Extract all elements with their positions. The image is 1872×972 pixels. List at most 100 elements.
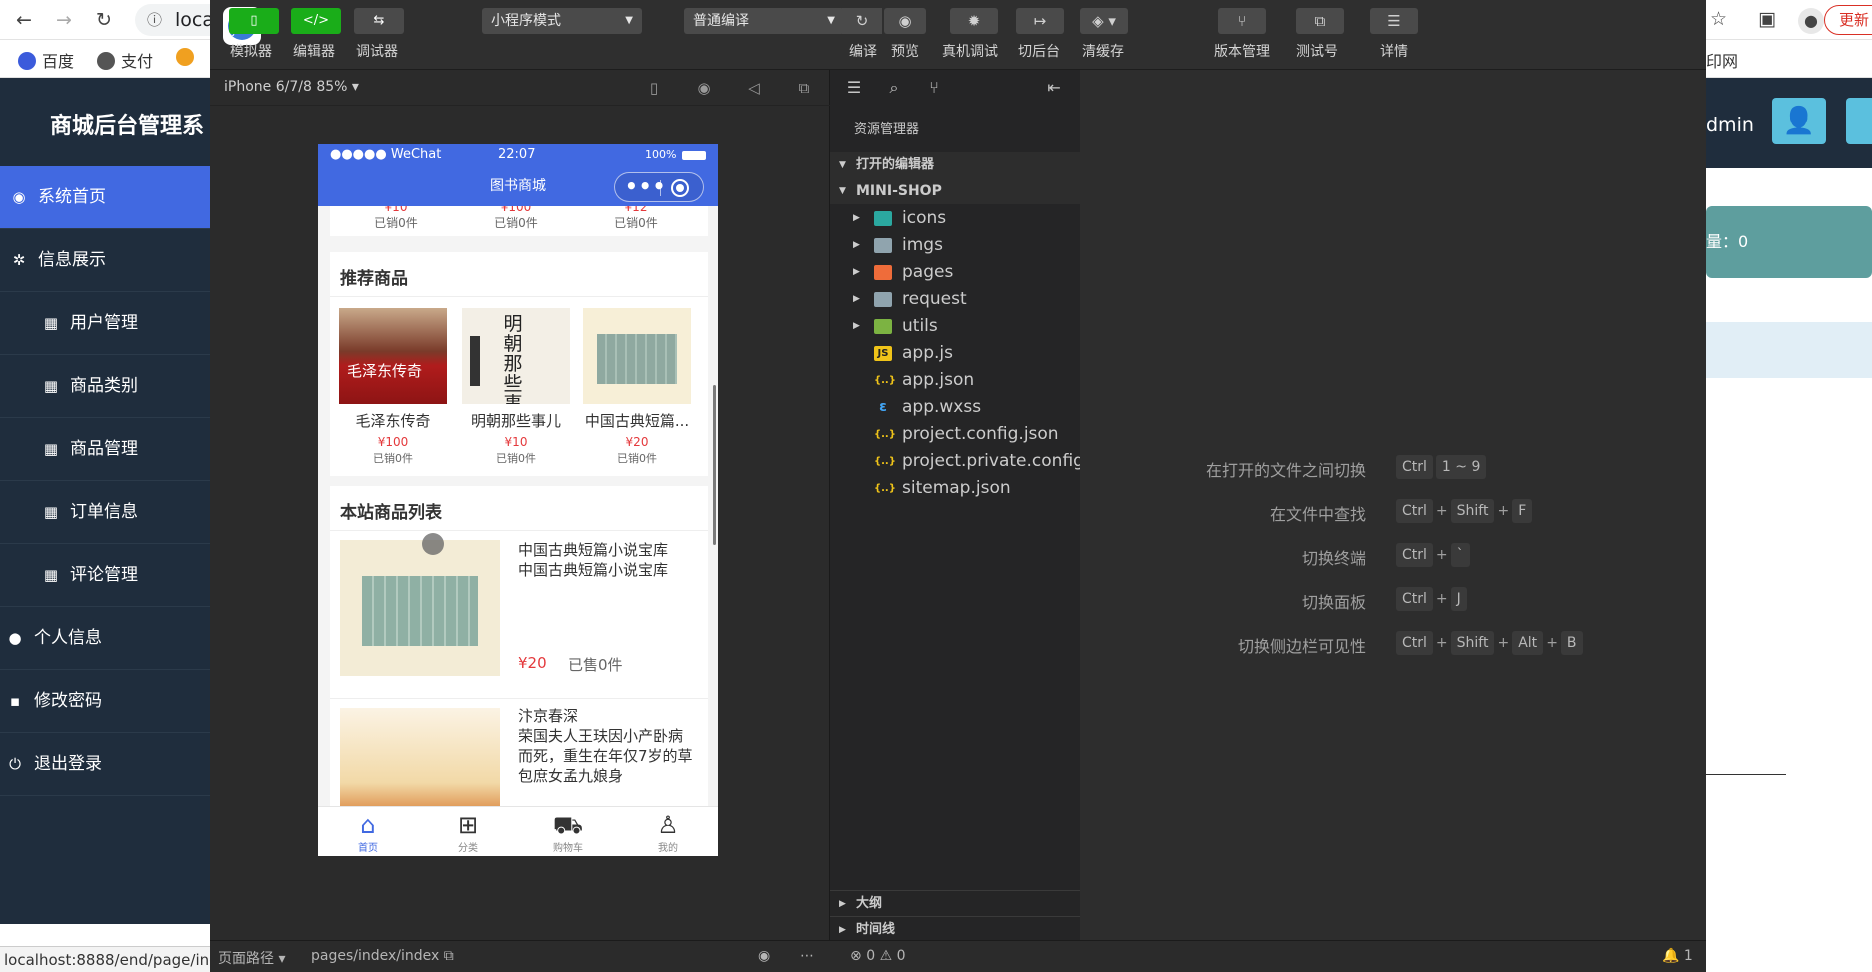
recommend-item[interactable]: 明朝那些事儿 明朝那些事儿 ¥10 已销0件 <box>461 308 571 466</box>
real-debug-button[interactable]: ✹ <box>950 8 998 34</box>
rotate-device-icon[interactable]: ▯ <box>644 78 664 98</box>
device-select[interactable]: iPhone 6/7/8 85% ▾ <box>224 79 359 95</box>
link-status-url: localhost:8888/end/page/ind <box>0 946 210 972</box>
record-icon[interactable]: ◉ <box>694 78 714 98</box>
sidebar-item-comments[interactable]: ▦ 评论管理 <box>0 544 210 607</box>
sidebar-item-password[interactable]: ▪ 修改密码 <box>0 670 210 733</box>
sidebar-item-categories[interactable]: ▦ 商品类别 <box>0 355 210 418</box>
mode-select[interactable]: 小程序模式 ▼ <box>482 8 642 34</box>
outline-section[interactable]: ▶ 大纲 <box>830 890 1080 916</box>
timeline-section[interactable]: ▶ 时间线 <box>830 916 1080 942</box>
version-label: 版本管理 <box>1214 44 1270 60</box>
tree-folder-imgs[interactable]: ▶ imgs <box>830 232 1080 259</box>
tree-file-project-config[interactable]: {..} project.config.json <box>830 421 1080 448</box>
search-icon[interactable]: ⌕ <box>884 78 904 98</box>
sidepanel-icon[interactable]: ▣ <box>1758 8 1776 30</box>
copy-icon[interactable]: ⧉ <box>444 948 454 964</box>
phone-scrollbar[interactable] <box>713 385 716 545</box>
test-account-button[interactable]: ⧉ <box>1296 8 1344 34</box>
tree-folder-request[interactable]: ▶ request <box>830 286 1080 313</box>
hot-item[interactable]: ¥10 已销0件 <box>336 206 456 231</box>
editor-button[interactable]: </> <box>291 8 341 34</box>
star-icon[interactable]: ☆ <box>1710 8 1727 30</box>
recommend-item[interactable]: 毛泽东传奇 毛泽东传奇 ¥100 已销0件 <box>338 308 448 466</box>
multi-window-icon[interactable]: ⧉ <box>794 78 814 98</box>
version-button[interactable]: ⑂ <box>1218 8 1266 34</box>
json-file-icon: {..} <box>874 483 896 494</box>
profile-icon[interactable]: ● <box>1798 8 1824 34</box>
avatar[interactable]: 👤 <box>1772 98 1826 144</box>
tree-folder-utils[interactable]: ▶ utils <box>830 313 1080 340</box>
bookmark-icon[interactable] <box>176 48 200 67</box>
compile-button[interactable]: ↻ <box>842 8 882 34</box>
bookmark-right[interactable]: 印网 <box>1706 48 1738 72</box>
stat-card: 量：0 <box>1706 206 1872 278</box>
bookmark-baidu[interactable]: 百度 <box>18 48 74 72</box>
bookmark-pay[interactable]: 支付 <box>97 48 153 72</box>
eye-icon[interactable]: ◉ <box>758 948 770 964</box>
hot-item[interactable]: ¥100 已销0件 <box>456 206 576 231</box>
source-control-icon[interactable]: ⑂ <box>924 78 944 98</box>
tab-cart[interactable]: ⛟ 购物车 <box>518 811 618 854</box>
phone-icon: ▯ <box>250 13 258 28</box>
list-item[interactable]: 汴京春深 荣国夫人王玞因小产卧病而死，重生在年仅7岁的草包庶女孟九娘身 <box>330 698 708 806</box>
simulator-button[interactable]: ▯ <box>229 8 279 34</box>
volume-icon[interactable]: ◁ <box>744 78 764 98</box>
header-action-icon[interactable] <box>1846 98 1872 144</box>
admin-title: 商城后台管理系 <box>50 114 205 139</box>
preview-button[interactable]: ◉ <box>884 8 926 34</box>
capsule-menu[interactable]: ••• <box>614 172 704 202</box>
tree-file-app-json[interactable]: {..} app.json <box>830 367 1080 394</box>
back-icon[interactable]: ← <box>12 8 36 32</box>
page-scroll-area[interactable]: ¥10 已销0件 ¥100 已销0件 ¥12 已销0件 推荐商品 毛泽东传奇 毛泽东传… <box>318 206 718 806</box>
notifications-indicator[interactable]: 🔔 1 <box>1662 948 1693 964</box>
clock-text: 22:07 <box>498 147 536 162</box>
forward-icon[interactable]: → <box>52 8 76 32</box>
details-button[interactable]: ☰ <box>1370 8 1418 34</box>
tree-file-app-wxss[interactable]: ε app.wxss <box>830 394 1080 421</box>
chevron-right-icon: ▶ <box>839 899 846 909</box>
site-info-icon[interactable]: ⓘ <box>147 4 162 36</box>
table-icon: ▦ <box>43 440 59 458</box>
list-item[interactable]: 中国古典短篇小说宝库 中国古典短篇小说宝库 ¥20 已售0件 <box>330 530 708 694</box>
project-section[interactable]: ▼ MINI-SHOP <box>830 178 1080 204</box>
sidebar-item-users[interactable]: ▦ 用户管理 <box>0 292 210 355</box>
tab-home[interactable]: ⌂ 首页 <box>318 811 418 854</box>
debugger-button[interactable]: ⇆ <box>354 8 404 34</box>
compile-select[interactable]: 普通编译 ▼ <box>684 8 844 34</box>
more-icon[interactable]: ••• <box>625 173 665 199</box>
close-miniprogram-icon[interactable] <box>671 179 689 197</box>
collapse-sidebar-icon[interactable]: ⇤ <box>1044 78 1064 98</box>
address-text: loca <box>175 9 214 31</box>
tab-mine[interactable]: ♙ 我的 <box>618 811 718 854</box>
tab-category[interactable]: ⊞ 分类 <box>418 811 518 854</box>
clear-cache-button[interactable]: ◈ ▾ <box>1080 8 1128 34</box>
files-icon[interactable]: ☰ <box>844 78 864 98</box>
sidebar-item-logout[interactable]: ⏻ 退出登录 <box>0 733 210 796</box>
sidebar-item-info[interactable]: ✲ 信息展示 <box>0 229 210 292</box>
sidebar-item-home[interactable]: ◉ 系统首页 <box>0 166 210 229</box>
open-editors-section[interactable]: ▼ 打开的编辑器 <box>830 152 1080 178</box>
recommend-item[interactable]: 中国古典短篇... ¥20 已销0件 <box>582 308 692 466</box>
carrier-text: ●●●●● WeChat <box>330 147 442 162</box>
switch-bg-button[interactable]: ↦ <box>1016 8 1064 34</box>
problems-indicator[interactable]: ⊗ 0 ⚠ 0 <box>850 948 906 964</box>
chevron-down-icon: ▼ <box>839 160 846 170</box>
sidebar-item-profile[interactable]: ● 个人信息 <box>0 607 210 670</box>
sidebar-item-products[interactable]: ▦ 商品管理 <box>0 418 210 481</box>
chevron-right-icon: ▶ <box>853 267 860 277</box>
editor-label: 编辑器 <box>293 44 335 60</box>
tree-file-sitemap[interactable]: {..} sitemap.json <box>830 475 1080 502</box>
tree-folder-icons[interactable]: ▶ icons <box>830 205 1080 232</box>
tree-file-project-private-config[interactable]: {..}project.private.config... <box>830 448 1080 475</box>
update-button[interactable]: 更新 <box>1824 5 1872 35</box>
tree-file-app-js[interactable]: JS app.js <box>830 340 1080 367</box>
recommend-title: 推荐商品 <box>340 269 408 289</box>
reload-icon[interactable]: ↻ <box>92 8 116 32</box>
page-path-dropdown[interactable]: 页面路径 ▾ <box>218 948 285 968</box>
sidebar-item-orders[interactable]: ▦ 订单信息 <box>0 481 210 544</box>
hot-item[interactable]: ¥12 已销0件 <box>576 206 696 231</box>
more-icon[interactable]: ⋯ <box>800 948 814 964</box>
test-account-label: 测试号 <box>1296 44 1338 60</box>
tree-folder-pages[interactable]: ▶ pages <box>830 259 1080 286</box>
